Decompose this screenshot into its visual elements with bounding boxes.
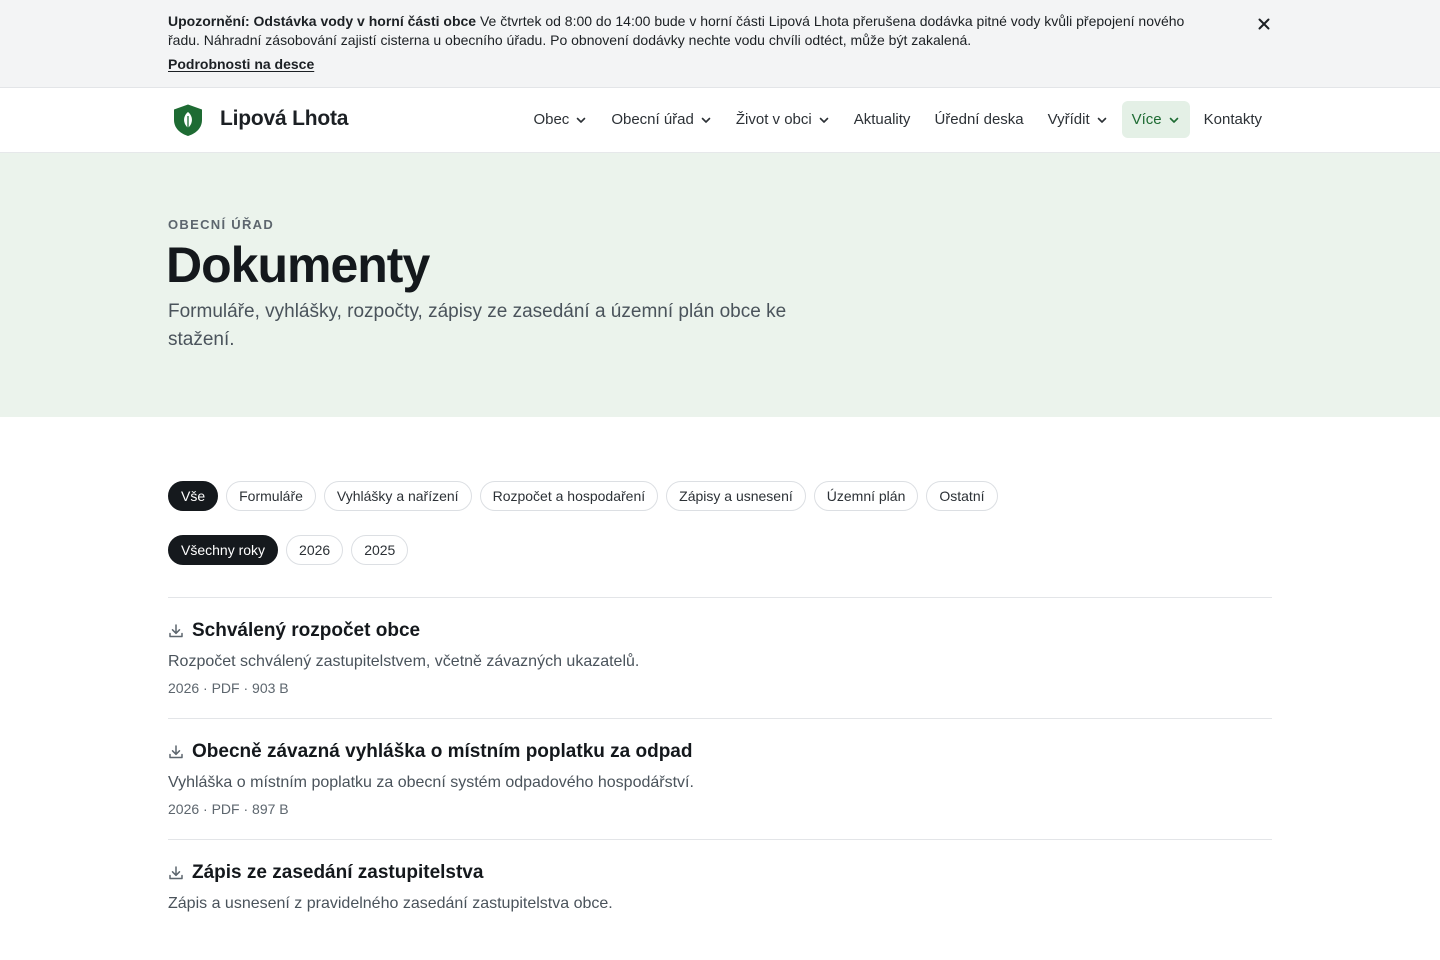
chevron-down-icon (819, 117, 829, 123)
nav-item-uredni-deska[interactable]: Úřední deska (924, 101, 1033, 138)
document-item: Schválený rozpočet obce Rozpočet schvále… (168, 597, 1272, 718)
nav-item-label: Vyřídit (1047, 111, 1090, 128)
filter-chip-vyhlasky[interactable]: Vyhlášky a nařízení (323, 481, 472, 511)
page-hero: OBECNÍ ÚŘAD Dokumenty Formuláře, vyhlášk… (0, 153, 1440, 417)
nav-item-vyridit[interactable]: Vyřídit (1038, 101, 1118, 138)
document-title[interactable]: Obecně závazná vyhláška o místním poplat… (192, 741, 692, 763)
nav-item-aktuality[interactable]: Aktuality (844, 101, 921, 138)
year-chip-2026[interactable]: 2026 (286, 535, 344, 565)
nav-item-label: Aktuality (853, 111, 911, 128)
nav-item-label: Kontakty (1203, 111, 1262, 128)
page-lead: Formuláře, vyhlášky, rozpočty, zápisy ze… (168, 301, 787, 350)
document-meta: 2026 · PDF · 903 B (168, 680, 289, 696)
document-meta: 2026 · PDF · 897 B (168, 801, 289, 817)
document-title[interactable]: Schválený rozpočet obce (192, 620, 420, 642)
page-title: Dokumenty (166, 237, 430, 293)
alert-banner: Upozornění: Odstávka vody v horní části … (0, 0, 1440, 88)
chevron-down-icon (1097, 117, 1106, 123)
year-chip-all[interactable]: Všechny roky (168, 535, 279, 565)
filter-chip-vse[interactable]: Vše (168, 481, 219, 511)
document-description: Rozpočet schválený zastupitelstvem, včet… (168, 653, 640, 670)
nav-item-label: Více (1131, 111, 1162, 128)
download-icon[interactable] (168, 865, 184, 881)
filter-chip-ostatni[interactable]: Ostatní (926, 481, 998, 511)
chevron-down-icon (577, 117, 586, 123)
nav-item-obec[interactable]: Obec (523, 101, 597, 138)
nav-item-vice[interactable]: Více (1121, 101, 1190, 138)
filter-chip-rozpocet[interactable]: Rozpočet a hospodaření (479, 481, 659, 511)
document-list: Schválený rozpočet obce Rozpočet schvále… (168, 597, 1272, 960)
filter-chip-zapisy[interactable]: Zápisy a usnesení (666, 481, 806, 511)
main-nav: Obec Obecní úřad Život v obci Aktuality … (523, 101, 1272, 138)
nav-item-zivot-v-obci[interactable]: Život v obci (726, 101, 840, 138)
filter-chip-uzemni-plan[interactable]: Územní plán (813, 481, 919, 511)
document-title[interactable]: Zápis ze zasedání zastupitelstva (192, 862, 483, 884)
download-icon[interactable] (168, 623, 184, 639)
close-icon (1258, 18, 1270, 30)
document-description: Vyhláška o místním poplatku za obecní sy… (168, 774, 694, 791)
nav-item-obecni-urad[interactable]: Obecní úřad (601, 101, 722, 138)
nav-item-label: Obecní úřad (611, 111, 694, 128)
document-item: Obecně závazná vyhláška o místním poplat… (168, 718, 1272, 839)
site-header: Lipová Lhota Obec Obecní úřad Život v ob… (0, 88, 1440, 153)
breadcrumb-eyebrow: OBECNÍ ÚŘAD (168, 217, 275, 232)
year-chip-2025[interactable]: 2025 (351, 535, 409, 565)
chevron-down-icon (1169, 117, 1178, 123)
nav-item-label: Úřední deska (934, 111, 1024, 128)
alert-title: Upozornění: Odstávka vody v horní části … (168, 13, 477, 29)
shield-leaf-icon[interactable] (171, 103, 205, 137)
nav-item-kontakty[interactable]: Kontakty (1194, 101, 1272, 138)
nav-item-label: Život v obci (735, 111, 812, 128)
alert-close-button[interactable] (1253, 13, 1275, 35)
year-filter: Všechny roky 2026 2025 (168, 535, 409, 565)
filter-chip-formulare[interactable]: Formuláře (226, 481, 316, 511)
document-description: Zápis a usnesení z pravidelného zasedání… (168, 895, 613, 912)
chevron-down-icon (701, 117, 711, 123)
alert-text: Upozornění: Odstávka vody v horní části … (168, 12, 1208, 50)
brand-name[interactable]: Lipová Lhota (220, 107, 348, 131)
category-filter: Vše Formuláře Vyhlášky a nařízení Rozpoč… (168, 481, 998, 511)
download-icon[interactable] (168, 744, 184, 760)
nav-item-label: Obec (533, 111, 570, 128)
alert-details-link[interactable]: Podrobnosti na desce (168, 56, 314, 72)
